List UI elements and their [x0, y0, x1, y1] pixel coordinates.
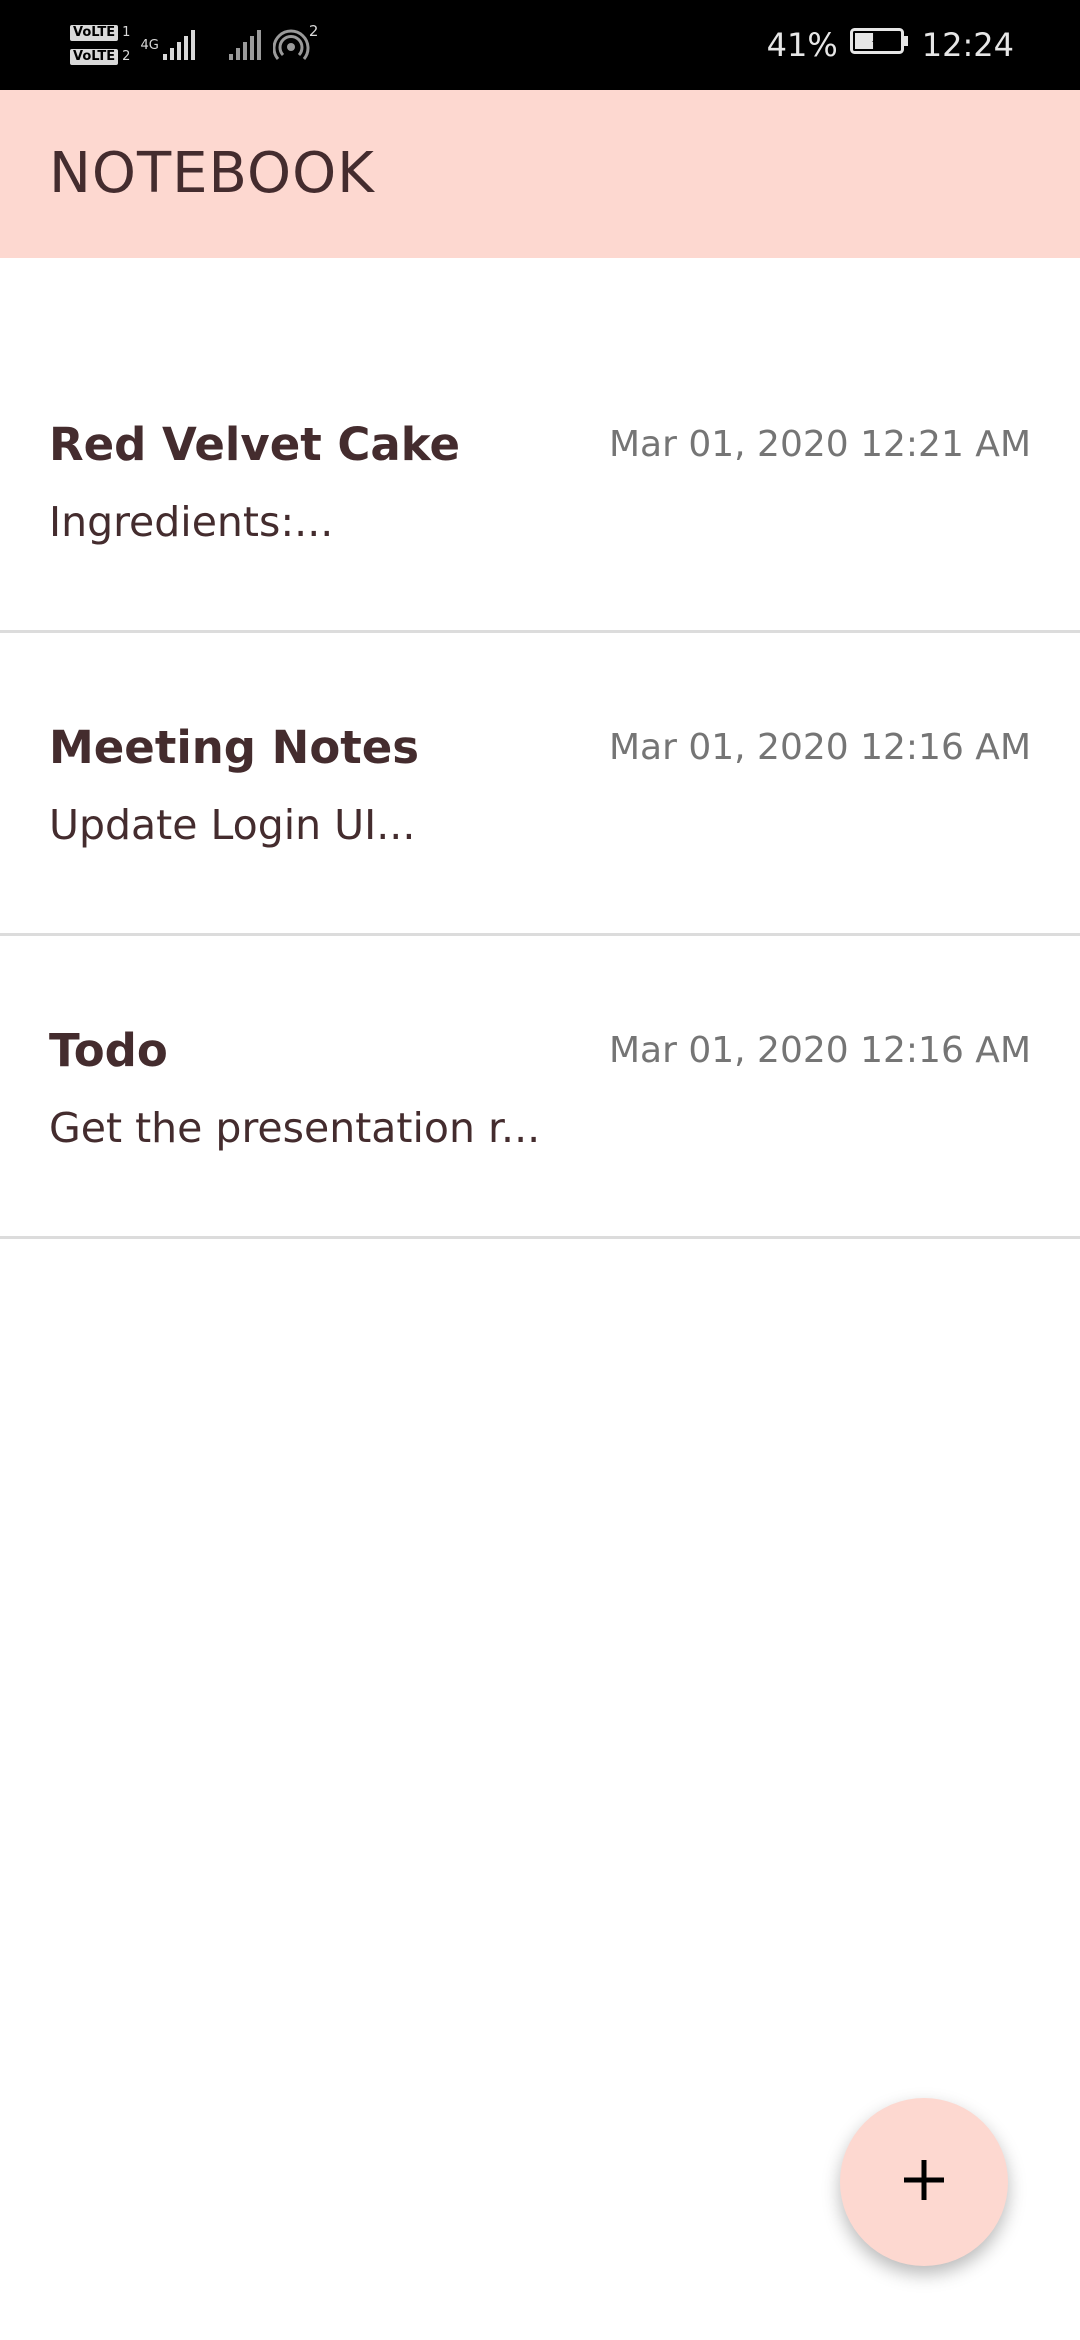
note-date: Mar 01, 2020 12:21 AM	[609, 424, 1031, 465]
signal-strength-sim2-icon	[227, 28, 267, 62]
signal-strength-sim1-icon	[161, 28, 201, 62]
note-preview: Ingredients:...	[49, 498, 334, 546]
note-item[interactable]: Todo Mar 01, 2020 12:16 AM Get the prese…	[0, 936, 1080, 1239]
volte-indicators: VoLTE 1 VoLTE 2	[70, 25, 130, 65]
hotspot-icon: 2	[272, 22, 318, 62]
battery-icon	[849, 26, 910, 64]
hotspot-count: 2	[308, 22, 319, 40]
sim1-volte-badge: VoLTE	[70, 25, 119, 41]
app-bar: NOTEBOOK	[0, 90, 1080, 258]
note-title: Todo	[49, 1024, 168, 1077]
battery-percent: 41%	[766, 26, 838, 64]
note-date: Mar 01, 2020 12:16 AM	[609, 727, 1031, 768]
sim1-volte: VoLTE 1	[70, 25, 130, 41]
network-type: 4G	[140, 38, 158, 53]
note-item[interactable]: Meeting Notes Mar 01, 2020 12:16 AM Upda…	[0, 633, 1080, 936]
sim2-volte-badge: VoLTE	[70, 49, 119, 65]
status-bar-left: VoLTE 1 VoLTE 2 4G 2	[70, 14, 318, 76]
note-title: Meeting Notes	[49, 721, 420, 774]
note-title: Red Velvet Cake	[49, 418, 461, 471]
sim1-number: 1	[122, 25, 131, 40]
sim2-number: 2	[122, 49, 131, 64]
sim2-volte: VoLTE 2	[70, 49, 130, 65]
page-title: NOTEBOOK	[49, 141, 375, 206]
clock: 12:24	[921, 26, 1014, 64]
note-list: Red Velvet Cake Mar 01, 2020 12:21 AM In…	[0, 330, 1080, 1239]
add-note-button[interactable]	[840, 2098, 1008, 2266]
note-item[interactable]: Red Velvet Cake Mar 01, 2020 12:21 AM In…	[0, 330, 1080, 633]
note-date: Mar 01, 2020 12:16 AM	[609, 1030, 1031, 1071]
note-preview: Get the presentation r...	[49, 1104, 541, 1152]
network-type-label: 4G	[140, 37, 159, 53]
plus-icon	[900, 2156, 948, 2208]
status-bar-right: 41% 12:24	[767, 0, 1014, 90]
note-preview: Update Login UI...	[49, 801, 416, 849]
status-bar: VoLTE 1 VoLTE 2 4G 2 41% 12:24	[0, 0, 1080, 90]
